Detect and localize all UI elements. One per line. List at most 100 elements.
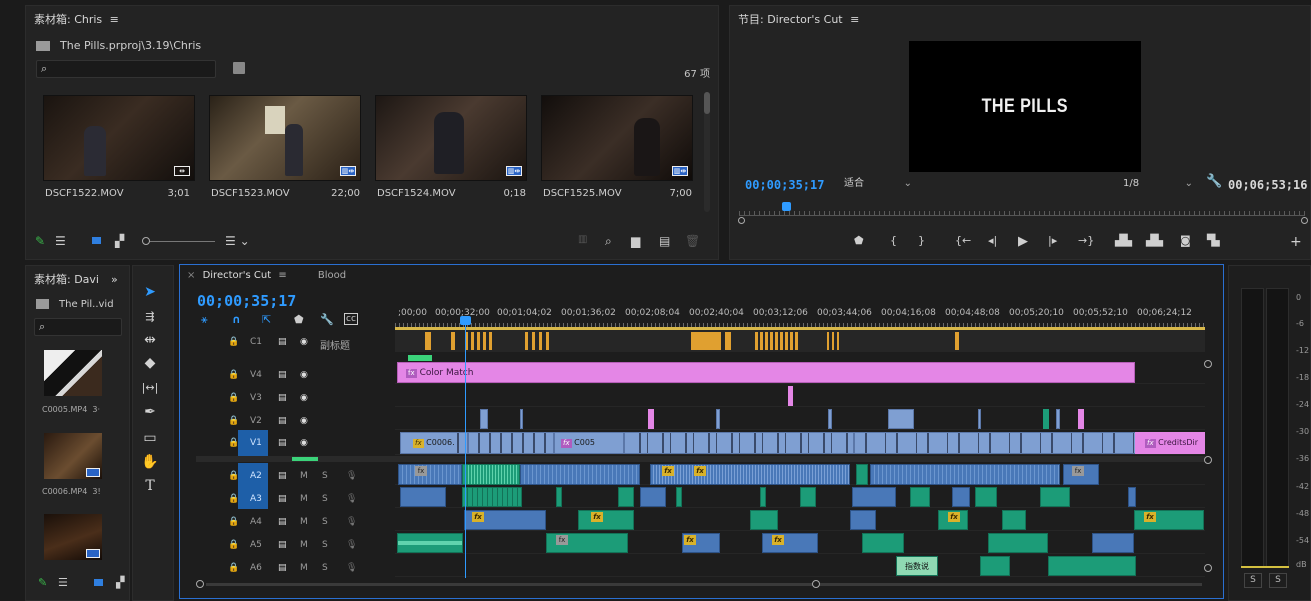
clip-color-match[interactable]: fx Color Match (397, 362, 1135, 383)
mark-out-icon[interactable]: } (918, 234, 925, 247)
bin-panel-title[interactable]: 素材箱: Davi » (26, 266, 129, 294)
mic-icon[interactable]: 🎙 (346, 563, 357, 573)
panel-menu-icon[interactable]: ≡ (110, 13, 119, 26)
audio-clip[interactable] (800, 487, 816, 507)
lift-icon[interactable]: ▟▙ (1115, 234, 1132, 247)
eye-icon[interactable]: ◉ (300, 370, 308, 380)
audio-clip[interactable] (462, 464, 520, 485)
audio-clip[interactable] (1002, 510, 1026, 530)
audio-clip[interactable] (398, 464, 462, 485)
audio-clip[interactable] (980, 556, 1010, 576)
eye-icon[interactable]: ◉ (300, 393, 308, 403)
new-bin-icon[interactable]: ▆ (631, 234, 640, 248)
clip-v1[interactable] (854, 432, 1136, 454)
panel-menu-icon[interactable]: ≡ (850, 13, 859, 26)
toggle-sync-icon[interactable]: ▤ (278, 393, 287, 403)
nest-icon[interactable]: ⚹ (201, 313, 208, 327)
type-tool-icon[interactable]: T (140, 476, 160, 496)
track-select-tool-icon[interactable]: ⇶ (140, 307, 160, 327)
razor-tool-icon[interactable]: ◆ (140, 353, 160, 373)
pencil-icon[interactable]: ✎ (35, 234, 45, 248)
bin-panel-title[interactable]: 素材箱: Chris ≡ (26, 6, 718, 34)
step-back-icon[interactable]: ◂| (988, 234, 997, 247)
mark-in-icon[interactable]: { (890, 234, 897, 247)
play-icon[interactable]: ▶ (1018, 234, 1028, 249)
ripple-edit-tool-icon[interactable]: ⇹ (140, 330, 160, 350)
clip-thumbnail[interactable]: ⇹ (43, 95, 195, 181)
program-scrubber[interactable] (739, 202, 1305, 216)
lock-icon[interactable]: 🔒 (228, 393, 239, 403)
audio-clip[interactable] (400, 487, 446, 507)
caption-lane[interactable] (395, 330, 1205, 352)
sort-icon[interactable]: ☰ ⌄ (225, 234, 250, 248)
timeline-timecode[interactable]: 00;00;35;17 (197, 292, 296, 310)
audio-clip[interactable] (578, 510, 634, 530)
solo-button[interactable]: S (322, 563, 328, 573)
clip-thumbnail[interactable] (44, 350, 102, 396)
extract-icon[interactable]: ▟▙ (1146, 234, 1163, 247)
solo-button[interactable]: S (322, 494, 328, 504)
toggle-sync-icon[interactable]: ▤ (278, 416, 287, 426)
mic-icon[interactable]: 🎙 (346, 494, 357, 504)
playhead-timecode[interactable]: 00;00;35;17 (745, 178, 824, 192)
timeline-horizontal-scrollbar[interactable] (196, 579, 1206, 589)
clip-v2[interactable] (828, 409, 832, 429)
bin-search-input[interactable]: ⌕ (34, 318, 122, 336)
audio-clip[interactable] (988, 533, 1048, 553)
caption-toggle-icon[interactable]: ▤ (278, 337, 287, 347)
audio-clip[interactable] (750, 510, 778, 530)
clip-v1[interactable] (468, 432, 554, 454)
mic-icon[interactable]: 🎙 (346, 517, 357, 527)
audio-clip[interactable] (1048, 556, 1136, 576)
solo-button[interactable]: S (322, 540, 328, 550)
lock-icon[interactable]: 🔒 (228, 563, 239, 573)
audio-clip[interactable] (556, 487, 562, 507)
audio-clip[interactable] (850, 510, 876, 530)
tab-directors-cut[interactable]: Director's Cut (203, 270, 272, 281)
audio-clip[interactable] (640, 487, 666, 507)
zoom-handle-left[interactable] (738, 217, 745, 224)
lock-icon[interactable]: 🔒 (228, 494, 239, 504)
timeline-playhead[interactable] (465, 320, 466, 578)
captions-icon[interactable]: cc (344, 313, 358, 325)
mic-icon[interactable]: 🎙 (346, 540, 357, 550)
panel-menu-icon[interactable]: ≡ (278, 270, 286, 281)
audio-clip[interactable] (618, 487, 634, 507)
zoom-slider[interactable] (142, 237, 215, 245)
hand-tool-icon[interactable]: ✋ (140, 452, 160, 472)
clip-thumbnail[interactable]: ▥⇹ (375, 95, 527, 181)
audio-clip[interactable] (856, 464, 868, 485)
add-marker-icon[interactable]: ⬟ (294, 313, 304, 326)
mic-icon[interactable]: 🎙 (346, 471, 357, 481)
add-marker-icon[interactable]: ⬟ (854, 234, 864, 247)
solo-button[interactable]: S (322, 517, 328, 527)
vertical-scroll-handle[interactable] (1204, 456, 1212, 464)
clip-thumbnail[interactable]: ▥⇹ (209, 95, 361, 181)
lock-icon[interactable]: 🔒 (228, 540, 239, 550)
clip-v1-credits[interactable]: fx CreditsDir (1135, 432, 1205, 454)
audio-clip[interactable] (862, 533, 904, 553)
lock-icon[interactable]: 🔒 (228, 471, 239, 481)
audio-clip-subtitle[interactable]: 指数说 (896, 556, 938, 576)
audio-clip[interactable] (1040, 487, 1070, 507)
mute-button[interactable]: M (300, 494, 308, 504)
audio-clip[interactable] (397, 533, 463, 553)
add-button-icon[interactable]: + (1290, 234, 1302, 250)
zoom-slider-handle[interactable] (142, 237, 150, 245)
clip-thumbnail[interactable] (44, 433, 102, 479)
clip-thumbnail[interactable]: ▥⇹ (541, 95, 693, 181)
toggle-sync-icon[interactable]: ▤ (278, 370, 287, 380)
pencil-icon[interactable]: ✎ (38, 576, 47, 589)
linked-selection-icon[interactable]: ⇱ (262, 313, 271, 326)
clip-v2[interactable] (978, 409, 981, 429)
mute-button[interactable]: M (300, 471, 308, 481)
audio-clip[interactable] (762, 533, 818, 553)
audio-clip[interactable] (520, 464, 640, 485)
clip-v2[interactable] (1078, 409, 1084, 429)
mute-button[interactable]: M (300, 540, 308, 550)
clip-v2[interactable] (520, 409, 523, 429)
timeline-playhead-handle[interactable] (460, 316, 471, 325)
list-view-icon[interactable]: ☰ (55, 234, 66, 248)
track-divider[interactable] (196, 456, 1205, 462)
settings-wrench-icon[interactable]: 🔧 (1206, 174, 1222, 189)
